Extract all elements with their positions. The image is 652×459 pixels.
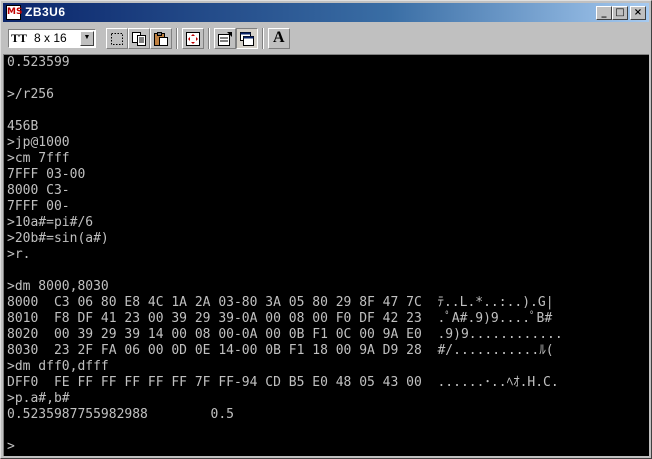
paste-button[interactable] [150,28,172,49]
properties-icon [218,32,232,46]
app-icon[interactable]: MS [6,5,22,20]
console-line: 8000 C3 06 80 E8 4C 1A 2A 03-80 3A 05 80… [7,295,554,310]
console-line: >jp@1000 [7,135,70,150]
toolbar: TT 8 x 16 ▼ A [3,24,649,53]
console-line: >10a#=pi#/6 [7,215,94,230]
window-title: ZB3U6 [25,5,66,19]
properties-button[interactable] [214,28,236,49]
close-button[interactable]: × [630,6,646,20]
console-prompt[interactable]: > [7,439,15,455]
console-line: 0.523599 [7,55,70,70]
console-line: >20b#=sin(a#) [7,231,109,246]
console-line: 8020 00 39 29 39 14 00 08 00-0A 00 0B F1… [7,327,563,342]
console-line: 456B [7,119,39,134]
mark-button[interactable] [106,28,128,49]
select-icon [111,33,123,45]
console-line: 7FFF 00- [7,199,70,214]
toolbar-separator [262,28,264,49]
console-line: 8000 C3- [7,183,70,198]
console-line: 7FFF 03-00 [7,167,86,182]
maximize-button[interactable]: □ [612,6,628,20]
toolbar-separator [176,28,178,49]
console-line: 0.5235987755982988 0.5 [7,407,234,422]
paste-icon [154,32,168,46]
font-icon: A [273,29,285,46]
background-icon [240,32,254,46]
console-window: MS ZB3U6 _ □ × TT 8 x 16 ▼ A 0.523599 >/… [0,0,652,459]
fullscreen-icon [186,32,200,46]
console-line: >p.a#,b# [7,391,70,406]
toolbar-separator [208,28,210,49]
console-line: >dm 8000,8030 [7,279,109,294]
fullscreen-button[interactable] [182,28,204,49]
console-line: 8030 23 2F FA 06 00 0D 0E 14-00 0B F1 18… [7,343,554,358]
truetype-icon: TT [11,31,28,45]
title-bar[interactable]: MS ZB3U6 _ □ × [3,3,649,22]
console-line: >r. [7,247,31,262]
console-line: >/r256 [7,87,54,102]
minimize-button[interactable]: _ [596,6,612,20]
copy-icon [132,32,146,46]
chevron-down-icon[interactable]: ▼ [80,31,94,46]
copy-button[interactable] [128,28,150,49]
console-line: >dm dff0,dfff [7,359,109,374]
font-size-select[interactable]: TT 8 x 16 ▼ [8,29,96,48]
console-line: 8010 F8 DF 41 23 00 39 29 39-0A 00 08 00… [7,311,553,326]
font-size-value: 8 x 16 [34,31,67,45]
font-button[interactable]: A [268,28,290,49]
console-line: >cm 7fff [7,151,70,166]
console-line: DFF0 FE FF FF FF FF FF 7F FF-94 CD B5 E0… [7,375,559,390]
console-output[interactable]: 0.523599 >/r256 456B >jp@1000 >cm 7fff 7… [3,54,649,456]
background-button[interactable] [236,28,258,49]
